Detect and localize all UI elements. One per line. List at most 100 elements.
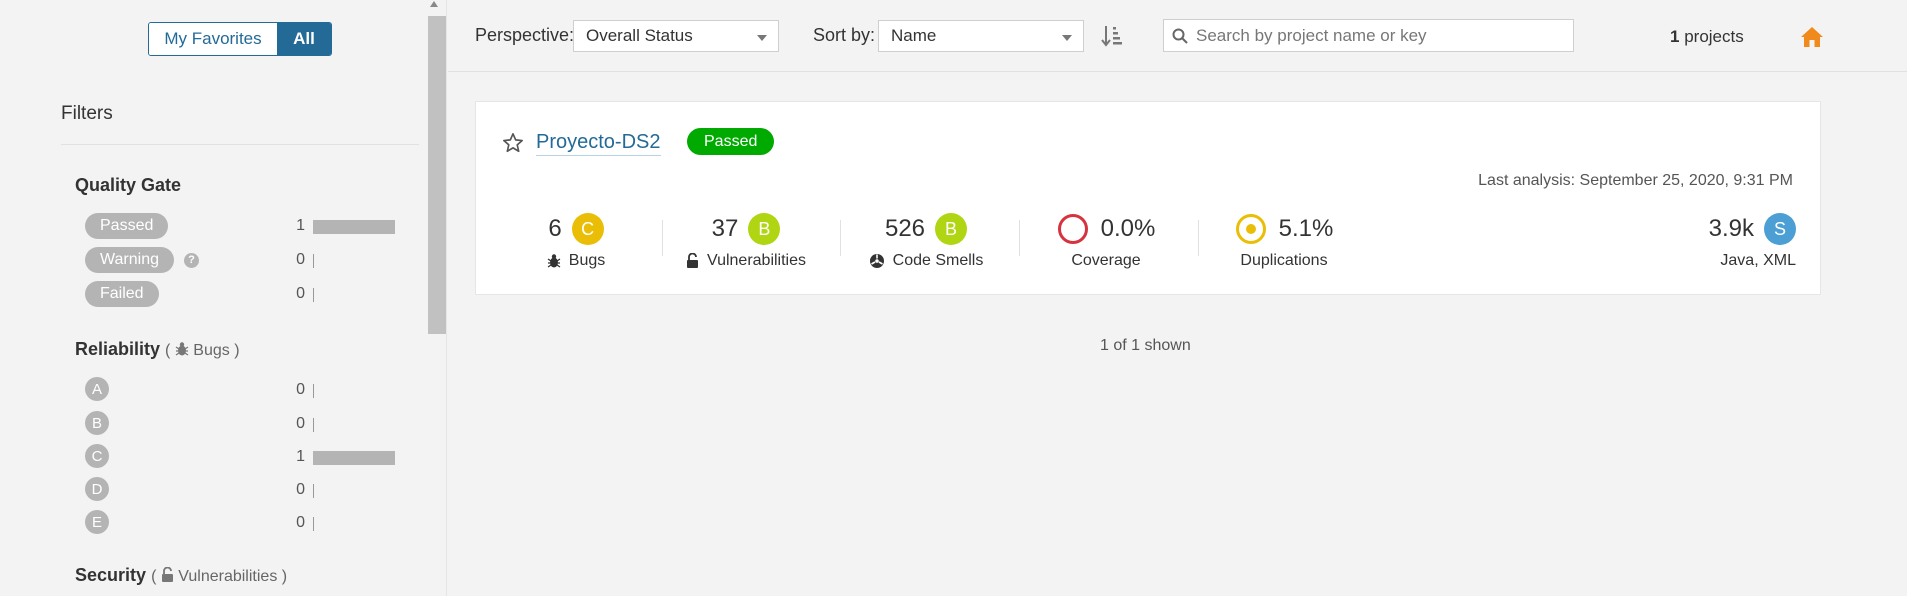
passed-pill: Passed	[85, 213, 169, 239]
projects-topbar: Perspective: Overall Status Sort by: Nam…	[448, 0, 1907, 72]
bug-icon	[175, 342, 189, 356]
sort-select[interactable]: Name	[878, 20, 1084, 52]
code-smells-value: 526	[884, 215, 926, 242]
facet-count: 0	[296, 514, 305, 531]
my-favorites-button[interactable]: My Favorites	[149, 23, 277, 55]
code-smells-rating: B	[935, 213, 968, 245]
help-icon[interactable]: ?	[184, 253, 199, 268]
facet-bar	[313, 517, 314, 531]
bugs-rating: C	[571, 213, 604, 245]
perspective-value: Overall Status	[586, 26, 693, 45]
rating-a: A	[85, 377, 109, 401]
projects-count-number: 1	[1670, 27, 1680, 46]
filters-divider	[61, 144, 419, 145]
projects-count-suffix: projects	[1684, 27, 1744, 46]
rating-e: E	[85, 510, 109, 534]
measure-divider	[840, 220, 841, 256]
last-analysis: Last analysis: September 25, 2020, 9:31 …	[1478, 172, 1793, 189]
chevron-down-icon	[757, 35, 767, 41]
facet-rating-a[interactable]: A 0	[75, 375, 395, 403]
sort-value: Name	[891, 26, 937, 45]
star-icon[interactable]	[502, 132, 524, 154]
facet-passed[interactable]: Passed 1	[75, 211, 395, 239]
perspective-label: Perspective:	[475, 25, 575, 45]
facet-rating-b[interactable]: B 0	[75, 409, 395, 437]
reliability-subtitle-text: Bugs	[193, 342, 230, 359]
failed-pill: Failed	[85, 281, 159, 307]
facet-count: 0	[296, 381, 305, 398]
size-value: 3.9k	[1708, 215, 1754, 242]
lock-open-icon	[686, 253, 698, 268]
reliability-subtitle: ( Bugs )	[165, 342, 240, 359]
security-title-text: Security	[75, 565, 147, 585]
facet-count: 1	[296, 448, 305, 465]
facet-count: 1	[296, 217, 305, 234]
security-subtitle: ( Vulnerabilities )	[151, 566, 288, 585]
facet-rating-d[interactable]: D 0	[75, 475, 395, 503]
scroll-thumb[interactable]	[428, 16, 446, 334]
duplications-ring-icon	[1235, 214, 1266, 244]
all-button[interactable]: All	[277, 23, 331, 55]
reliability-title: Reliability ( Bugs )	[75, 339, 240, 360]
duplications-label: Duplications	[1240, 252, 1328, 269]
search-icon	[1172, 28, 1188, 44]
results-shown: 1 of 1 shown	[1100, 337, 1191, 354]
search-input[interactable]	[1196, 25, 1566, 46]
facet-rating-e[interactable]: E 0	[75, 508, 395, 536]
bugs-value: 6	[548, 215, 562, 242]
measure-divider	[1019, 220, 1020, 256]
code-smell-icon	[869, 254, 884, 268]
scroll-up-icon[interactable]	[430, 1, 438, 7]
quality-gate-title: Quality Gate	[75, 175, 182, 195]
facet-bar	[313, 484, 314, 498]
size-rating: S	[1764, 213, 1796, 245]
vulnerabilities-measure[interactable]: 37 B Vulnerabilities	[676, 212, 816, 270]
languages-label: Java, XML	[1720, 252, 1796, 269]
rating-c: C	[85, 444, 109, 468]
facet-bar	[313, 220, 395, 234]
security-title: Security ( Vulnerabilities )	[75, 565, 287, 586]
projects-count: 1 projects	[1670, 27, 1744, 47]
coverage-label: Coverage	[1071, 252, 1141, 269]
measure-divider	[1198, 220, 1199, 256]
size-measure[interactable]: 3.9k S Java, XML	[1686, 212, 1796, 270]
sort-direction-icon[interactable]	[1101, 24, 1123, 48]
project-card: Proyecto-DS2 Passed Last analysis: Septe…	[475, 101, 1821, 295]
coverage-measure[interactable]: 0.0% Coverage	[1036, 212, 1176, 270]
facet-warning[interactable]: Warning ? 0	[75, 245, 395, 273]
vulnerabilities-value: 37	[711, 215, 739, 242]
filters-title: Filters	[61, 103, 113, 124]
facet-bar	[313, 288, 314, 302]
rating-b: B	[85, 411, 109, 435]
facet-count: 0	[296, 481, 305, 498]
facet-failed[interactable]: Failed 0	[75, 279, 395, 307]
filters-sidebar: My Favorites All Filters Quality Gate Pa…	[0, 0, 447, 596]
favorites-toggle: My Favorites All	[148, 22, 332, 56]
bugs-label: Bugs	[568, 252, 606, 269]
facet-count: 0	[296, 251, 305, 268]
facet-count: 0	[296, 415, 305, 432]
project-name-link[interactable]: Proyecto-DS2	[536, 129, 661, 156]
sort-label: Sort by:	[813, 25, 876, 45]
search-box[interactable]	[1163, 19, 1574, 52]
code-smells-measure[interactable]: 526 B Code Smells	[856, 212, 996, 270]
vulnerabilities-rating: B	[748, 213, 781, 245]
sidebar-scrollbar[interactable]	[425, 0, 446, 596]
facet-count: 0	[296, 285, 305, 302]
quality-gate-badge: Passed	[687, 128, 775, 155]
bugs-measure[interactable]: 6 C Bugs	[536, 212, 616, 270]
bug-icon	[547, 254, 561, 268]
home-icon[interactable]	[1800, 26, 1824, 48]
coverage-value: 0.0%	[1100, 215, 1156, 242]
code-smells-label: Code Smells	[892, 252, 984, 269]
facet-rating-c[interactable]: C 1	[75, 442, 395, 470]
facet-bar	[313, 451, 395, 465]
chevron-down-icon	[1062, 35, 1072, 41]
reliability-title-text: Reliability	[75, 339, 161, 359]
duplications-measure[interactable]: 5.1% Duplications	[1214, 212, 1354, 270]
perspective-select[interactable]: Overall Status	[573, 20, 779, 52]
facet-bar	[313, 418, 314, 432]
vulnerabilities-label: Vulnerabilities	[706, 252, 806, 269]
warning-pill: Warning	[85, 247, 174, 273]
lock-open-icon	[161, 566, 173, 582]
